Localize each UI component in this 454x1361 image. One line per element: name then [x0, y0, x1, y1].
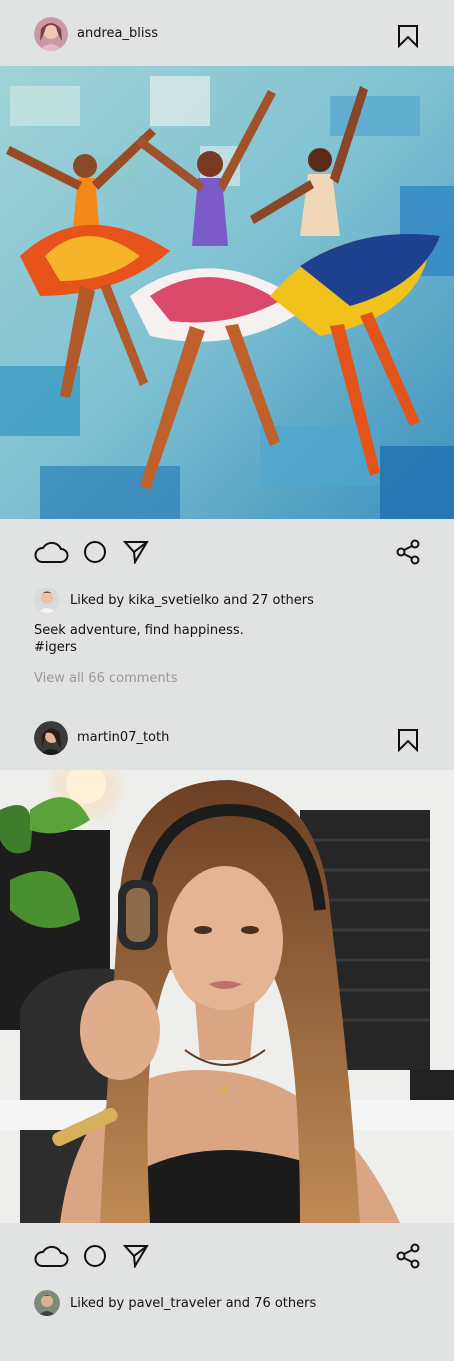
feed: andrea_bliss Liked by kika_svetielko and… [0, 0, 454, 1361]
username[interactable]: martin07_toth [77, 730, 169, 746]
likes-row: Liked by kika_svetielko and 27 others [0, 587, 454, 615]
post-header: andrea_bliss [0, 0, 454, 66]
likes-row: Liked by pavel_traveler and 76 others [0, 1290, 454, 1318]
portrait-photo [0, 770, 454, 1223]
post-image[interactable] [0, 770, 454, 1223]
post-actions [0, 1224, 454, 1284]
view-comments-link[interactable]: View all 66 comments [34, 671, 178, 686]
cloud-icon[interactable] [33, 1243, 69, 1273]
cloud-icon[interactable] [33, 539, 69, 569]
caption-hashtag[interactable]: #igers [34, 639, 77, 656]
post-image[interactable] [0, 66, 454, 519]
circle-icon[interactable] [83, 540, 107, 568]
user-avatar[interactable] [34, 721, 68, 755]
user-avatar[interactable] [34, 17, 68, 51]
bookmark-icon[interactable] [396, 728, 420, 753]
painting-image [0, 66, 454, 519]
liker-avatar[interactable] [34, 587, 60, 613]
liker-avatar[interactable] [34, 1290, 60, 1316]
likes-text: Liked by kika_svetielko and 27 others [70, 593, 314, 608]
post-actions [0, 520, 454, 580]
caption-text: Seek adventure, find happiness. [34, 623, 244, 638]
username[interactable]: andrea_bliss [77, 26, 158, 42]
circle-icon[interactable] [83, 1244, 107, 1272]
likes-text: Liked by pavel_traveler and 76 others [70, 1296, 317, 1311]
share-icon[interactable] [396, 1243, 420, 1273]
bookmark-icon[interactable] [396, 24, 420, 49]
share-icon[interactable] [396, 539, 420, 569]
post-header: martin07_toth [0, 704, 454, 770]
send-icon[interactable] [122, 540, 149, 568]
send-icon[interactable] [122, 1244, 149, 1272]
